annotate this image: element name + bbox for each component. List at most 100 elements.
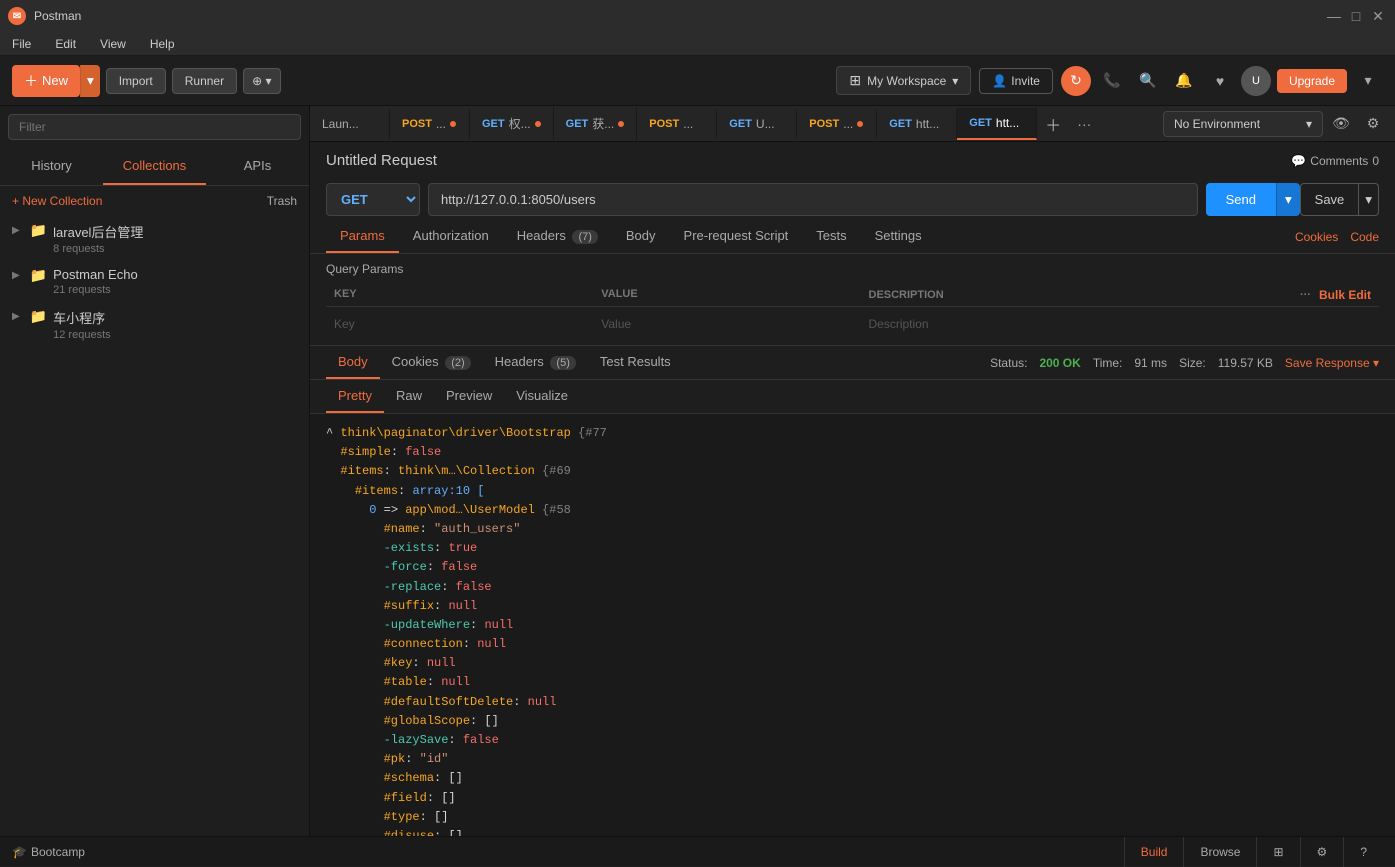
bootcamp-button[interactable]: 🎓 Bootcamp <box>12 845 85 859</box>
code-line: -replace: false <box>326 578 1379 597</box>
resp-tab-body[interactable]: Body <box>326 346 380 379</box>
invite-button[interactable]: 👤 Invite <box>979 68 1053 94</box>
menu-help[interactable]: Help <box>146 35 179 53</box>
resp-tab-test-results[interactable]: Test Results <box>588 346 683 379</box>
view-tab-preview[interactable]: Preview <box>434 380 504 413</box>
menu-edit[interactable]: Edit <box>51 35 80 53</box>
sidebar-search-area <box>0 106 309 148</box>
req-tab-headers[interactable]: Headers (7) <box>503 220 612 253</box>
new-button[interactable]: ＋ New <box>12 65 80 97</box>
upgrade-arrow-icon[interactable]: ▾ <box>1353 66 1383 96</box>
tab-item[interactable]: GET 获... <box>554 107 638 140</box>
tab-item[interactable]: POST ... <box>797 109 877 139</box>
resp-tab-cookies[interactable]: Cookies (2) <box>380 346 483 379</box>
environment-dropdown[interactable]: No Environment ▾ <box>1163 111 1323 137</box>
search-icon[interactable]: 🔍 <box>1133 66 1163 96</box>
layout-icon-button[interactable]: ⊞ <box>1256 837 1299 867</box>
code-line: #pk: "id" <box>326 750 1379 769</box>
view-tab-visualize[interactable]: Visualize <box>504 380 580 413</box>
view-tab-raw[interactable]: Raw <box>384 380 434 413</box>
more-tabs-button[interactable]: ··· <box>1069 108 1099 140</box>
save-response-button[interactable]: Save Response ▾ <box>1285 356 1379 370</box>
toolbar-right: ↻ 📞 🔍 🔔 ♥ U Upgrade ▾ <box>1061 66 1383 96</box>
tab-item-active[interactable]: GET htt... <box>957 108 1037 140</box>
notification-icon[interactable]: 🔔 <box>1169 66 1199 96</box>
send-button[interactable]: Send <box>1206 183 1276 216</box>
new-collection-button[interactable]: + New Collection <box>12 194 102 208</box>
tab-apis[interactable]: APIs <box>206 148 309 185</box>
help-icon[interactable]: ? <box>1343 837 1383 867</box>
settings-bottom-icon[interactable]: ⚙ <box>1300 837 1344 867</box>
comments-button[interactable]: 💬 Comments 0 <box>1291 154 1379 168</box>
save-dropdown-arrow[interactable]: ▾ <box>1359 183 1379 216</box>
build-tab[interactable]: Build <box>1124 837 1184 867</box>
list-item[interactable]: ▶ 📁 车小程序 12 requests <box>0 302 309 347</box>
workspace-selector[interactable]: ⊞ My Workspace ▾ <box>836 66 971 95</box>
req-tab-pre-request[interactable]: Pre-request Script <box>670 220 803 253</box>
tab-item[interactable]: POST ... <box>390 109 470 139</box>
menu-view[interactable]: View <box>96 35 130 53</box>
tab-launcher[interactable]: Laun... <box>310 109 390 139</box>
description-input[interactable] <box>861 311 1380 337</box>
view-tab-pretty[interactable]: Pretty <box>326 380 384 413</box>
sync-icon[interactable]: ↻ <box>1061 66 1091 96</box>
more-params-button[interactable]: ··· <box>1300 289 1311 301</box>
browse-tab[interactable]: Browse <box>1183 837 1256 867</box>
collection-name: laravel后台管理 <box>53 222 143 241</box>
menu-file[interactable]: File <box>8 35 35 53</box>
tab-method: POST <box>402 118 432 130</box>
toolbar: ＋ New ▾ Import Runner ⊕ ▾ ⊞ My Workspace… <box>0 56 1395 106</box>
key-input[interactable] <box>326 311 593 337</box>
import-button[interactable]: Import <box>106 68 166 94</box>
tab-item[interactable]: POST ... <box>637 109 717 139</box>
trash-button[interactable]: Trash <box>267 194 297 208</box>
avatar[interactable]: U <box>1241 66 1271 96</box>
code-line: #schema: [] <box>326 769 1379 788</box>
req-tab-authorization[interactable]: Authorization <box>399 220 503 253</box>
value-input[interactable] <box>593 311 860 337</box>
runner-button[interactable]: Runner <box>172 68 237 94</box>
upgrade-button[interactable]: Upgrade <box>1277 69 1347 93</box>
response-view-tabs: Pretty Raw Preview Visualize <box>310 380 1395 414</box>
list-item[interactable]: ▶ 📁 laravel后台管理 8 requests <box>0 216 309 261</box>
new-button-arrow[interactable]: ▾ <box>80 65 100 97</box>
save-button[interactable]: Save <box>1300 183 1360 216</box>
folder-icon: 📁 <box>30 308 47 325</box>
request-area: Laun... POST ... GET 权... GET 获... POST … <box>310 106 1395 836</box>
tab-method: GET <box>969 117 992 129</box>
req-tab-params[interactable]: Params <box>326 220 399 253</box>
list-item[interactable]: ▶ 📁 Postman Echo 21 requests <box>0 261 309 302</box>
tab-item[interactable]: GET U... <box>717 109 797 139</box>
bulk-edit-button[interactable]: Bulk Edit <box>1319 288 1371 302</box>
code-line: #name: "auth_users" <box>326 520 1379 539</box>
code-line: #table: null <box>326 673 1379 692</box>
req-tab-tests[interactable]: Tests <box>802 220 860 253</box>
send-dropdown-arrow[interactable]: ▾ <box>1276 183 1300 216</box>
add-tab-button[interactable]: ＋ <box>1037 106 1069 142</box>
eye-icon[interactable]: 👁 <box>1327 110 1355 138</box>
request-title: Untitled Request <box>326 152 437 169</box>
tab-collections[interactable]: Collections <box>103 148 206 185</box>
tab-history[interactable]: History <box>0 148 103 185</box>
maximize-button[interactable]: □ <box>1347 7 1365 25</box>
tab-item[interactable]: GET 权... <box>470 107 554 140</box>
minimize-button[interactable]: — <box>1325 7 1343 25</box>
method-select[interactable]: GET POST PUT DELETE PATCH <box>326 183 420 216</box>
req-tab-settings[interactable]: Settings <box>861 220 936 253</box>
search-input[interactable] <box>8 114 301 140</box>
history-icon[interactable]: 📞 <box>1097 66 1127 96</box>
url-input[interactable] <box>428 183 1198 216</box>
code-line: -force: false <box>326 558 1379 577</box>
collections-list: ▶ 📁 laravel后台管理 8 requests ▶ 📁 Postman E… <box>0 216 309 347</box>
resp-tab-headers[interactable]: Headers (5) <box>483 346 588 379</box>
code-line: -lazySave: false <box>326 731 1379 750</box>
settings-icon[interactable]: ⚙ <box>1359 110 1387 138</box>
heart-icon[interactable]: ♥ <box>1205 66 1235 96</box>
tab-item[interactable]: GET htt... <box>877 109 957 139</box>
cookies-link[interactable]: Cookies <box>1295 230 1338 244</box>
api-network-button[interactable]: ⊕ ▾ <box>243 68 280 94</box>
close-button[interactable]: ✕ <box>1369 7 1387 25</box>
req-tab-body[interactable]: Body <box>612 220 670 253</box>
code-link[interactable]: Code <box>1350 230 1379 244</box>
comment-icon: 💬 <box>1291 154 1306 168</box>
